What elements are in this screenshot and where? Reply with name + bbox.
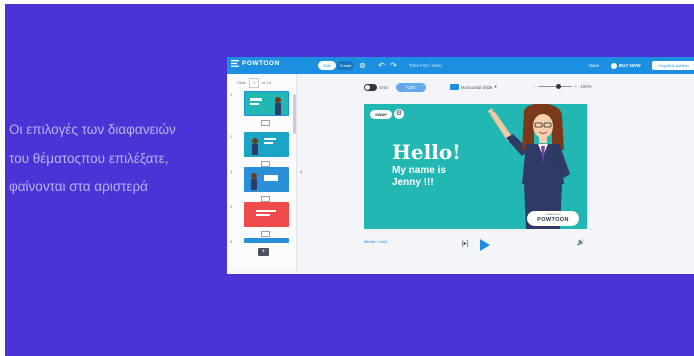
hello-text[interactable]: Hello! bbox=[392, 141, 461, 163]
grid-label: Grid bbox=[379, 84, 388, 90]
thumbnail-preview bbox=[251, 173, 278, 190]
canvas-controls: Grid ADD bbox=[364, 82, 426, 92]
logo-text: POWTOON bbox=[242, 60, 280, 67]
name-line: My name is bbox=[392, 165, 446, 176]
top-bar: POWTOON Edit Create ⊚ ↶ ↷ Time For! / He… bbox=[227, 57, 694, 74]
presentation-slide: Οι επιλογές των διαφανειών του θέματοςπο… bbox=[5, 4, 694, 356]
name-line: Jenny !!! bbox=[392, 176, 434, 188]
slide-counter: Slide 1 of 10 bbox=[237, 78, 271, 88]
editor-canvas: Grid ADD Horizontal Slide ▾ − + 100% SWA… bbox=[307, 74, 694, 270]
presentation-title: Time For! / Hero bbox=[409, 63, 442, 68]
gear-icon[interactable]: ⚙ bbox=[394, 109, 404, 119]
save-button[interactable]: Save bbox=[589, 61, 599, 70]
play-icon[interactable] bbox=[480, 239, 490, 251]
chevron-down-icon: ▾ bbox=[494, 84, 497, 89]
slide-stage[interactable]: SWAP ⚙ Hello! My name is Jenny !!! creat… bbox=[364, 104, 587, 229]
thumb-number: 3 bbox=[230, 169, 233, 174]
app-logo[interactable]: POWTOON bbox=[231, 60, 280, 67]
buy-now-label: BUY NOW bbox=[619, 63, 641, 68]
slide-total: of 10 bbox=[262, 80, 272, 85]
slides-sidebar: Slide 1 of 10 1 2 3 4 5 + bbox=[227, 74, 297, 270]
thumbnail-preview bbox=[252, 138, 276, 155]
badge-logo-text: POWTOON bbox=[537, 217, 569, 223]
preview-frame-icon[interactable]: [▸] bbox=[462, 240, 468, 247]
caption-line: φαίνονται στα αριστερά bbox=[9, 179, 148, 194]
edit-button[interactable]: Edit bbox=[318, 61, 336, 70]
caption-line: του θέματοςπου επιλέξατε, bbox=[9, 150, 169, 166]
create-button[interactable]: Create bbox=[337, 61, 354, 70]
help-icon[interactable]: ⊚ bbox=[357, 60, 368, 71]
caption-line: Οι επιλογές των διαφανειών bbox=[9, 122, 176, 137]
export-button[interactable]: Export & publish bbox=[652, 61, 694, 70]
thumb-number: 2 bbox=[230, 134, 233, 139]
powtoon-badge: created using POWTOON bbox=[527, 211, 579, 226]
sidebar-scrollbar[interactable] bbox=[293, 94, 296, 134]
undo-icon[interactable]: ↶ bbox=[376, 60, 387, 71]
zoom-in-icon[interactable]: + bbox=[575, 84, 578, 89]
zoom-out-icon[interactable]: − bbox=[532, 84, 535, 89]
name-text[interactable]: My name is Jenny !!! bbox=[392, 165, 446, 188]
thumbnail-control[interactable] bbox=[261, 231, 270, 237]
zoom-knob[interactable] bbox=[555, 84, 561, 89]
timeline-bar: Middle / Hold [▸] 🔊 bbox=[307, 236, 694, 251]
layout-label: Horizontal Slide bbox=[461, 84, 493, 90]
slide-thumbnail[interactable] bbox=[244, 91, 289, 116]
slide-label: Slide bbox=[237, 80, 246, 85]
grid-toggle[interactable] bbox=[364, 83, 377, 91]
swap-button[interactable]: SWAP bbox=[370, 109, 392, 119]
volume-icon[interactable]: 🔊 bbox=[577, 239, 584, 246]
caption-text: Οι επιλογές των διαφανειών του θέματοςπο… bbox=[9, 116, 224, 202]
layout-icon bbox=[450, 84, 459, 90]
slide-thumbnail[interactable] bbox=[244, 132, 289, 157]
add-slide-button[interactable]: + bbox=[258, 248, 269, 256]
powtoon-editor-screenshot: POWTOON Edit Create ⊚ ↶ ↷ Time For! / He… bbox=[227, 57, 694, 274]
slide-thumbnail[interactable] bbox=[244, 167, 289, 192]
swap-controls: SWAP ⚙ bbox=[370, 109, 404, 119]
zoom-control: − + 100% bbox=[532, 84, 592, 89]
thumb-number: 4 bbox=[230, 204, 233, 209]
thumb-number: 5 bbox=[230, 239, 233, 244]
zoom-slider[interactable] bbox=[537, 84, 572, 89]
collapse-sidebar-icon[interactable]: ‹ bbox=[300, 169, 302, 176]
slide-number-input[interactable]: 1 bbox=[248, 78, 260, 88]
slide-thumbnail[interactable] bbox=[244, 202, 289, 227]
thumbnail-preview bbox=[256, 210, 276, 216]
thumb-number: 1 bbox=[230, 92, 233, 97]
cart-icon bbox=[611, 62, 617, 69]
menu-icon bbox=[231, 60, 239, 67]
thumbnail-preview bbox=[250, 97, 281, 115]
layout-select[interactable]: Horizontal Slide ▾ bbox=[450, 84, 497, 90]
breadcrumb[interactable]: Middle / Hold bbox=[364, 239, 387, 244]
redo-icon[interactable]: ↷ bbox=[388, 60, 399, 71]
add-button[interactable]: ADD bbox=[395, 82, 426, 92]
thumbnail-control[interactable] bbox=[261, 120, 270, 126]
zoom-level: 100% bbox=[580, 84, 592, 89]
buy-now-button[interactable]: BUY NOW bbox=[611, 61, 641, 70]
slide-thumbnail[interactable] bbox=[244, 238, 289, 243]
